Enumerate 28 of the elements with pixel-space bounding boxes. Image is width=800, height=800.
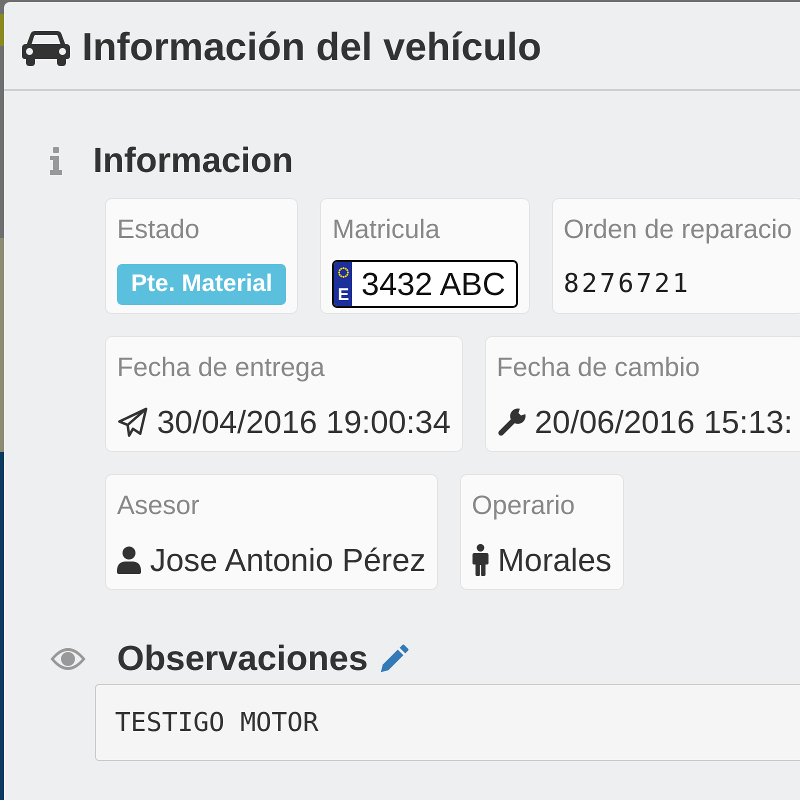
date-value: 20/06/2016 15:13:	[534, 404, 793, 440]
paper-plane-icon	[117, 406, 148, 438]
field-label: Fecha de entrega	[117, 351, 326, 384]
person-name: Morales	[498, 542, 612, 578]
status-tag: Pte. Material	[117, 264, 286, 304]
eye-icon	[50, 647, 86, 671]
star-ring-icon	[338, 267, 349, 278]
field-label: Asesor	[117, 489, 200, 522]
user-icon	[117, 546, 141, 574]
field-label: Fecha de cambio	[496, 351, 701, 384]
date-value: 30/04/2016 19:00:34	[157, 404, 451, 440]
car-icon	[22, 30, 70, 66]
field-label: Orden de reparacio	[564, 213, 792, 246]
field-label: Matricula	[332, 213, 441, 246]
info-icon	[50, 147, 62, 175]
country-code: E	[338, 286, 350, 304]
field-label: Estado	[117, 213, 201, 246]
notes-panel: TESTIGO MOTOR	[95, 684, 800, 761]
wrench-icon	[496, 408, 526, 436]
section-title: Informacion	[93, 140, 294, 182]
pencil-icon[interactable]	[378, 644, 409, 674]
modal-title: Información del vehículo	[82, 24, 542, 70]
order-number: 8276721	[564, 269, 691, 299]
plate-number: 3432 ABC	[360, 264, 506, 304]
section-title: Observaciones	[117, 638, 368, 680]
field-label: Operario	[472, 489, 576, 522]
person-name: Jose Antonio Pérez	[150, 542, 426, 578]
standing-man-icon	[472, 544, 489, 576]
